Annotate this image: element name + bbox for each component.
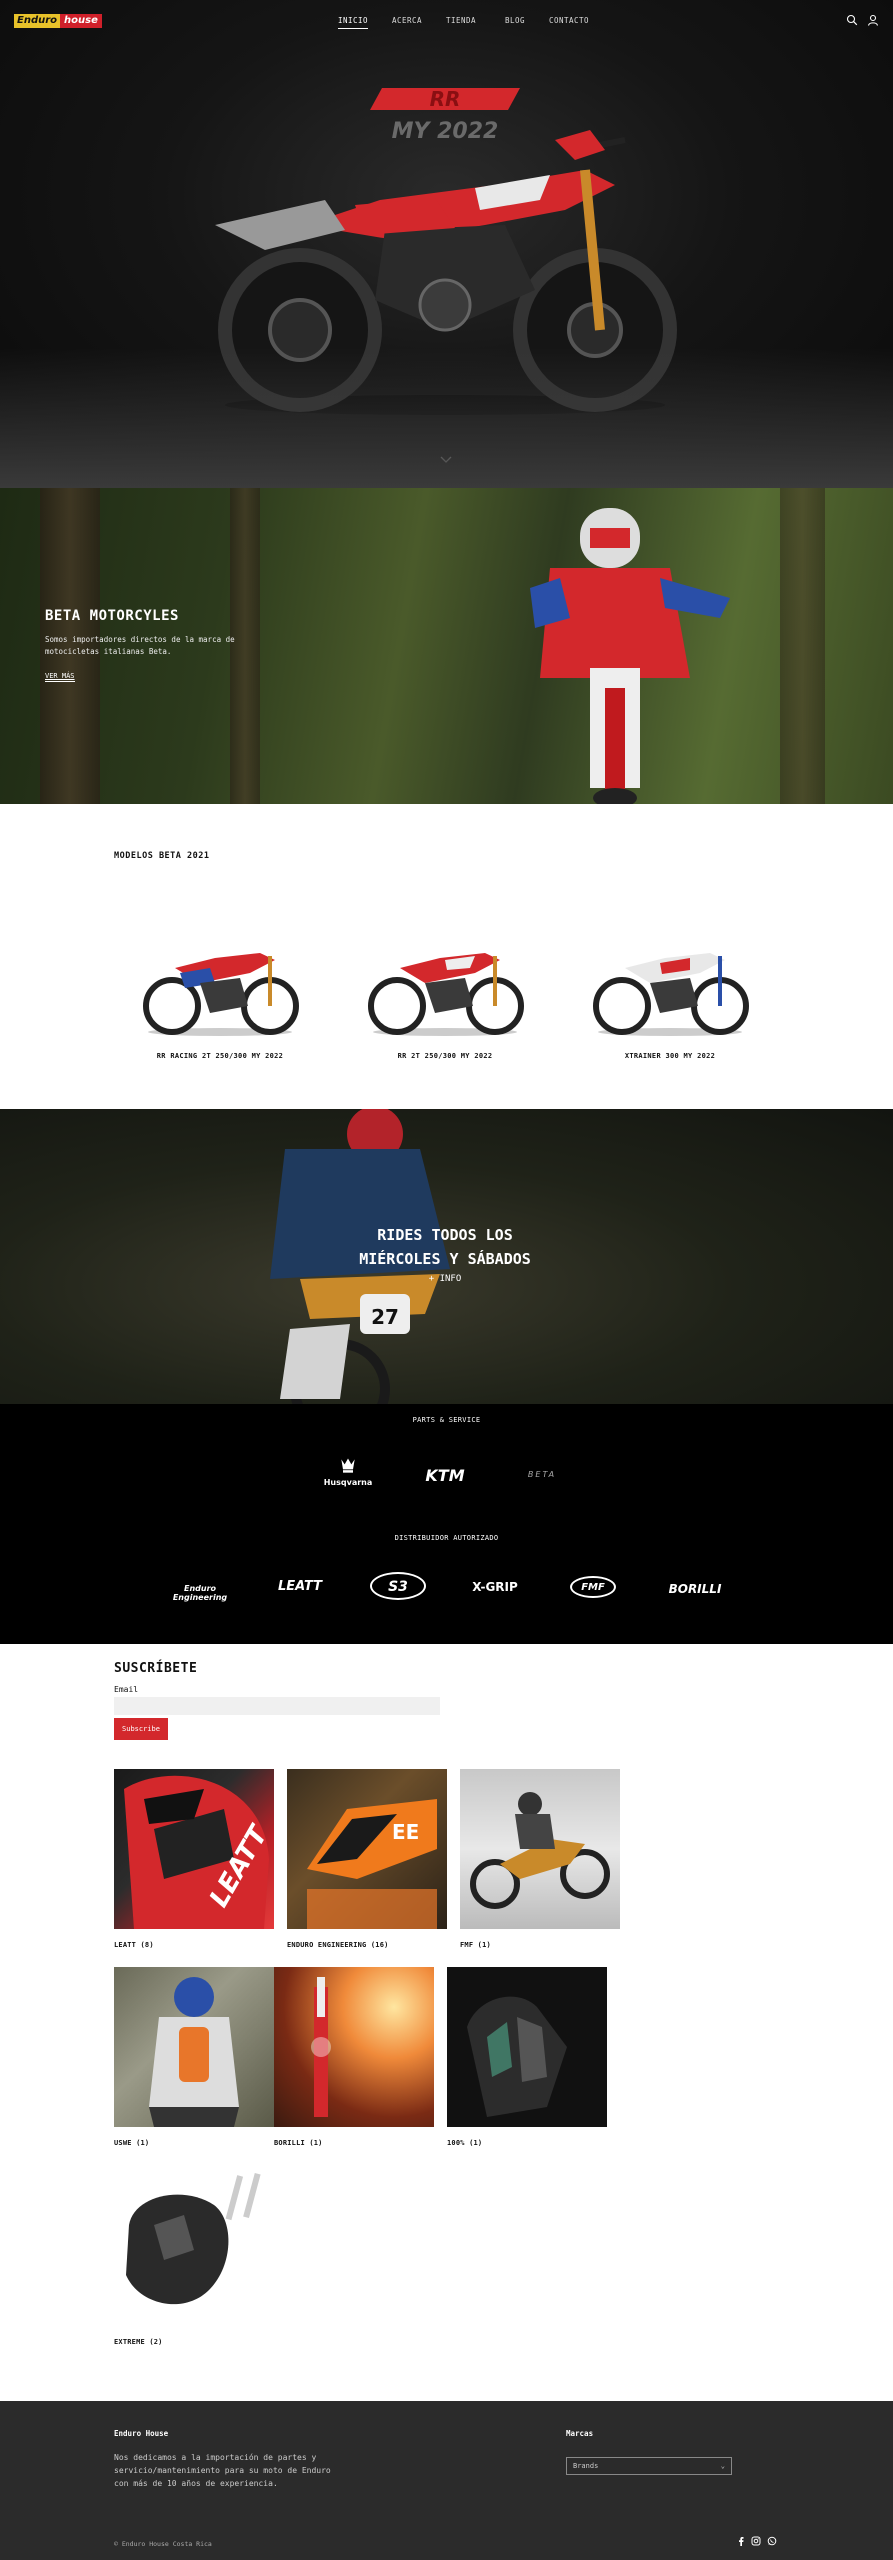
beta-banner: BETA MOTORCYLES Somos importadores direc… [0, 488, 893, 804]
rides-info-link[interactable]: + INFO [330, 1274, 560, 1284]
brand-logo-husqvarna[interactable]: Husqvarna [320, 1456, 376, 1487]
subscribe-title: SUSCRÍBETE [114, 1661, 198, 1676]
model-caption: RR RACING 2T 250/300 MY 2022 [156, 1052, 284, 1060]
category-tile-extreme[interactable] [114, 2165, 274, 2325]
model-image [143, 953, 299, 1036]
logo-part-house: house [60, 14, 102, 28]
copyright: © Enduro House Costa Rica [114, 2540, 212, 2548]
brand-logo-fmf[interactable]: FMF [570, 1576, 616, 1598]
nav-item-inicio[interactable]: INICIO [326, 16, 380, 29]
brand-logo-borilli[interactable]: BORILLI [655, 1582, 735, 1596]
hero-motorcycle-image [215, 130, 677, 415]
chevron-down-icon[interactable] [440, 456, 452, 464]
rides-banner: 27 RIDES TODOS LOS MIÉRCOLES Y SÁBADOS +… [0, 1109, 893, 1404]
search-icon[interactable] [846, 14, 858, 26]
rides-title: RIDES TODOS LOS MIÉRCOLES Y SÁBADOS [359, 1226, 531, 1268]
beta-see-more-link[interactable]: VER MÁS [45, 672, 75, 682]
brands-select[interactable]: Brands ⌄ [566, 2457, 732, 2475]
whatsapp-icon[interactable] [767, 2536, 777, 2546]
facebook-icon[interactable] [736, 2536, 746, 2546]
nav-item-blog[interactable]: BLOG [488, 16, 542, 29]
brand-logo-xgrip[interactable]: X-GRIP [460, 1580, 530, 1594]
backpack-rider-image [149, 1977, 239, 2127]
model-card[interactable]: XTRAINER 300 MY 2022 [570, 908, 770, 1068]
nav-item-acerca[interactable]: ACERCA [380, 16, 434, 29]
category-caption: USWE (1) [114, 2139, 150, 2147]
jump-rider-image [470, 1792, 610, 1909]
parts-service-label: PARTS & SERVICE [412, 1416, 481, 1424]
model-card[interactable]: RR RACING 2T 250/300 MY 2022 [120, 908, 320, 1068]
footer-title: Enduro House [114, 2429, 169, 2438]
category-caption: FMF (1) [460, 1941, 491, 1949]
email-input[interactable] [114, 1697, 440, 1715]
model-card[interactable]: RR 2T 250/300 MY 2022 [345, 908, 545, 1068]
user-icon[interactable] [867, 14, 879, 26]
brand-logo-ktm[interactable]: KTM [415, 1466, 475, 1485]
email-label: Email [114, 1685, 139, 1694]
beta-title: BETA MOTORCYLES [45, 608, 179, 624]
svg-text:27: 27 [371, 1305, 399, 1329]
model-image [368, 953, 524, 1036]
category-tile-enduro-engineering[interactable]: EE [287, 1769, 447, 1929]
handguard-image: EE [307, 1799, 437, 1929]
chevron-down-icon: ⌄ [720, 2462, 725, 2470]
site-logo[interactable]: Enduro house [14, 14, 110, 28]
subscribe-button[interactable]: Subscribe [114, 1718, 168, 1740]
suspension-image [311, 1977, 331, 2117]
category-caption: 100% (1) [447, 2139, 483, 2147]
husqvarna-crown-icon [341, 1458, 355, 1473]
engine-cover-image [126, 2172, 261, 2305]
category-caption: BORILLI (1) [274, 2139, 323, 2147]
rider-image [530, 508, 730, 804]
category-caption: LEATT (8) [114, 1941, 154, 1949]
beta-description: Somos importadores directos de la marca … [45, 635, 235, 656]
main-nav: INICIO ACERCA TIENDA BLOG CONTACTO [326, 16, 596, 29]
category-tile-fmf[interactable] [460, 1769, 620, 1929]
brands-section: PARTS & SERVICE Husqvarna KTM BETA DISTR… [0, 1404, 893, 1644]
footer-description: Nos dedicamos a la importación de partes… [114, 2453, 331, 2488]
model-caption: XTRAINER 300 MY 2022 [624, 1052, 716, 1060]
model-image [593, 953, 749, 1036]
brand-logo-enduro-engineering[interactable]: Enduro Engineering [160, 1584, 240, 1602]
nav-item-contacto[interactable]: CONTACTO [542, 16, 596, 29]
svg-text:RR: RR [430, 87, 461, 111]
instagram-icon[interactable] [751, 2536, 761, 2546]
models-title: MODELOS BETA 2021 [114, 851, 210, 861]
brand-logo-leatt[interactable]: LEATT [265, 1579, 335, 1594]
category-tile-leatt[interactable]: LEATT [114, 1769, 274, 1929]
authorized-distributor-label: DISTRIBUIDOR AUTORIZADO [394, 1534, 499, 1542]
site-footer: Enduro House Nos dedicamos a la importac… [0, 2401, 893, 2560]
logo-part-enduro: Enduro [14, 14, 61, 28]
helmet-image: LEATT [124, 1775, 274, 1929]
category-tile-borilli[interactable] [274, 1967, 434, 2127]
nav-item-tienda[interactable]: TIENDA [434, 16, 488, 29]
forest-tree [780, 488, 825, 804]
brand-logo-beta[interactable]: BETA [512, 1470, 572, 1479]
footer-brands-title: Marcas [566, 2429, 594, 2438]
svg-text:EE: EE [392, 1820, 419, 1844]
category-caption: EXTREME (2) [114, 2338, 163, 2346]
gloves-image [467, 1996, 567, 2117]
brand-logo-s3[interactable]: S3 [370, 1572, 426, 1600]
category-tile-100-percent[interactable] [447, 1967, 607, 2127]
hero-section: Enduro house INICIO ACERCA TIENDA BLOG C… [0, 0, 893, 488]
model-caption: RR 2T 250/300 MY 2022 [397, 1052, 493, 1060]
category-caption: ENDURO ENGINEERING (16) [287, 1941, 389, 1949]
category-tile-uswe[interactable] [114, 1967, 274, 2127]
